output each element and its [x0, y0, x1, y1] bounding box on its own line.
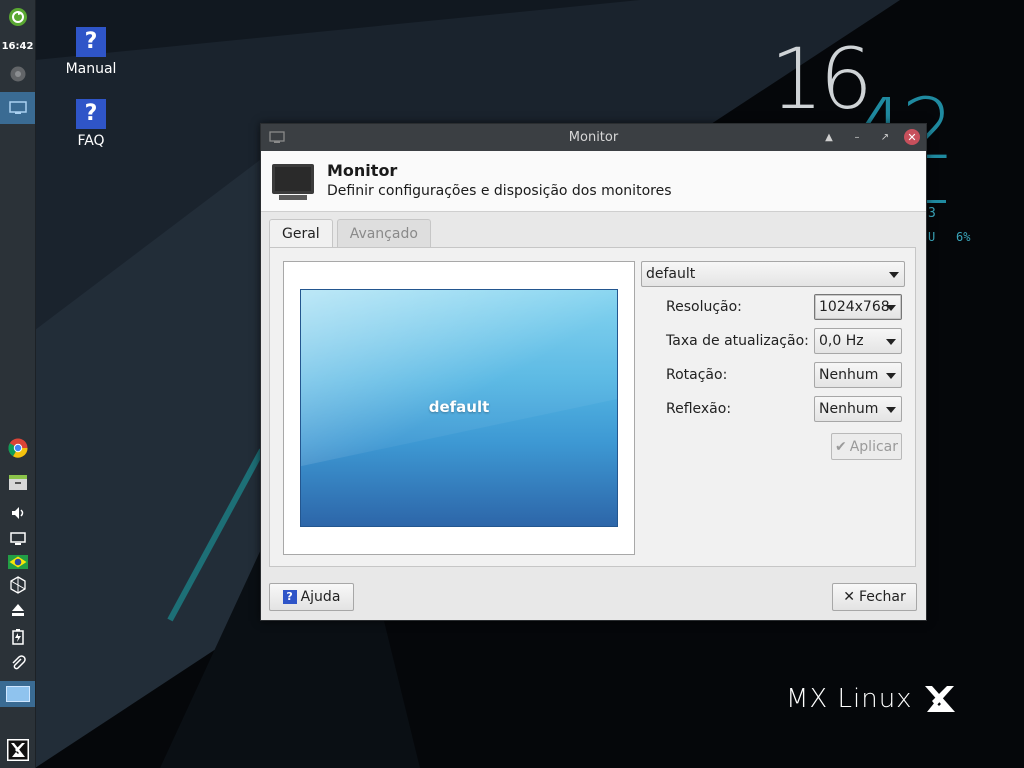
chrome-icon — [7, 438, 28, 458]
chevron-down-icon — [886, 339, 896, 345]
mx-logo-icon — [924, 686, 955, 712]
shade-icon: ▲ — [825, 131, 833, 143]
close-label: Fechar — [858, 589, 906, 605]
close-button[interactable]: ✕ — [904, 129, 920, 145]
output-select[interactable]: default — [641, 261, 905, 287]
volume-icon — [11, 507, 23, 519]
workspace-1[interactable] — [5, 686, 30, 702]
minimize-button[interactable]: – — [848, 128, 866, 146]
help-button[interactable]: ? Ajuda — [269, 583, 354, 611]
window-title: Monitor — [568, 130, 619, 145]
resolution-value: 1024x768 — [819, 299, 890, 315]
minimize-icon: – — [854, 131, 860, 143]
window-menu-icon[interactable] — [269, 131, 285, 144]
desktop-icon-label: FAQ — [77, 133, 105, 149]
chevron-down-icon — [886, 407, 896, 413]
monitor-preview-area: default — [283, 261, 635, 555]
refresh-rate-label: Taxa de atualização: — [666, 333, 809, 349]
volume-button[interactable] — [0, 502, 35, 524]
monitor-taskbar-button[interactable] — [0, 92, 35, 124]
panel-clock[interactable]: 16:42 — [0, 38, 35, 54]
chevron-down-icon — [889, 272, 899, 278]
eject-icon — [11, 604, 24, 616]
workspace-pager[interactable] — [0, 681, 35, 707]
refresh-rate-value: 0,0 Hz — [819, 333, 864, 349]
monitor-preview-label: default — [428, 398, 490, 416]
eject-button[interactable] — [0, 600, 35, 620]
conky-divider — [926, 200, 946, 203]
rotation-value: Nenhum — [819, 367, 879, 383]
reflection-select[interactable]: Nenhum — [814, 396, 902, 422]
mx-menu-icon — [6, 739, 29, 761]
output-select-value: default — [646, 266, 696, 282]
help-icon: ? — [282, 590, 297, 604]
display-icon — [8, 101, 27, 114]
apply-button[interactable]: ✔ Aplicar — [831, 433, 902, 460]
updater-icon[interactable] — [0, 6, 35, 28]
close-dialog-button[interactable]: ✕ Fechar — [832, 583, 917, 611]
header-title: Monitor — [327, 161, 398, 180]
file-manager-icon — [8, 475, 27, 490]
close-icon: ✕ — [907, 130, 917, 144]
reflection-value: Nenhum — [819, 401, 879, 417]
conky-cpu-label: U — [928, 230, 936, 244]
check-icon: ✔ — [834, 438, 847, 455]
conky-small-value: 3 — [928, 206, 936, 221]
reflection-label: Reflexão: — [666, 401, 732, 417]
apply-label: Aplicar — [849, 438, 898, 455]
help-icon: ? — [76, 99, 106, 129]
shade-button[interactable]: ▲ — [820, 128, 838, 146]
maximize-button[interactable]: ↗ — [876, 128, 894, 146]
refresh-rate-select[interactable]: 0,0 Hz — [814, 328, 902, 354]
maximize-icon: ↗ — [880, 131, 890, 143]
rotation-label: Rotação: — [666, 367, 728, 383]
resolution-label: Resolução: — [666, 299, 742, 315]
clipboard-icon — [11, 655, 26, 670]
conky-cpu-percent: 6% — [956, 230, 971, 244]
close-icon: ✕ — [843, 589, 855, 605]
mx-menu-button[interactable] — [0, 737, 35, 763]
chrome-taskbar-button[interactable] — [0, 60, 35, 88]
network-button[interactable] — [0, 574, 35, 596]
display-button[interactable] — [0, 528, 35, 550]
monitor-preview-default[interactable]: default — [300, 289, 618, 527]
dialog-header: Monitor Definir configurações e disposiç… — [261, 151, 926, 212]
left-panel: 16:42 — [0, 0, 36, 768]
tab-geral[interactable]: Geral — [269, 219, 333, 249]
monitor-window: Monitor ▲ – ↗ ✕ Monitor Definir configur… — [260, 123, 927, 621]
chrome-icon — [10, 66, 25, 82]
desktop-icon-label: Manual — [65, 61, 117, 77]
battery-icon — [11, 629, 24, 645]
file-manager-launcher[interactable] — [0, 470, 35, 494]
desktop-icon-faq[interactable]: ? FAQ — [51, 99, 131, 149]
keyboard-layout-button[interactable] — [0, 552, 35, 572]
display-icon — [9, 532, 26, 545]
mx-linux-logo: MX Linux — [786, 684, 957, 714]
battery-button[interactable] — [0, 626, 35, 648]
mx-linux-logo-text: MX Linux — [786, 684, 913, 714]
network-icon — [9, 576, 26, 594]
chrome-launcher[interactable] — [0, 436, 35, 460]
chevron-down-icon — [886, 373, 896, 379]
header-subtitle: Definir configurações e disposição dos m… — [327, 183, 672, 199]
window-titlebar[interactable]: Monitor ▲ – ↗ ✕ — [261, 124, 926, 151]
brazil-flag-icon — [7, 555, 28, 569]
monitor-icon — [272, 164, 314, 200]
resolution-select[interactable]: 1024x768 — [814, 294, 902, 320]
rotation-select[interactable]: Nenhum — [814, 362, 902, 388]
tab-bar: Geral Avançado — [269, 219, 431, 249]
help-icon: ? — [76, 27, 106, 57]
clipboard-button[interactable] — [0, 652, 35, 674]
desktop-icon-manual[interactable]: ? Manual — [51, 27, 131, 77]
tab-panel-geral: default default Resolução: 1024x768 Taxa… — [269, 247, 916, 567]
help-label: Ajuda — [300, 589, 341, 605]
chevron-down-icon — [886, 305, 896, 311]
tab-avancado[interactable]: Avançado — [336, 219, 431, 247]
